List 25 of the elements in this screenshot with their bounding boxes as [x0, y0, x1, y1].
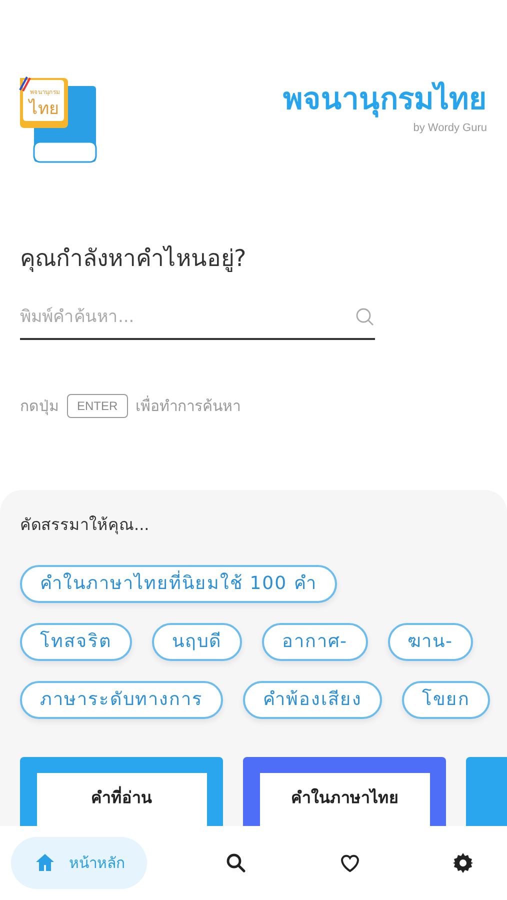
suggestion-chip[interactable]: ฆาน- [388, 623, 473, 661]
topic-card[interactable]: คำที่อ่าน [20, 757, 223, 826]
suggestion-chip[interactable]: โขยก [402, 681, 490, 719]
hint-text: เพื่อทำการค้นหา [136, 394, 241, 417]
topic-card[interactable]: คำในภาษาไทย [243, 757, 446, 826]
suggestion-chip[interactable]: ภาษาระดับทางการ [20, 681, 223, 719]
app-title: พจนานุกรมไทย [283, 80, 487, 120]
suggestion-chip[interactable]: คำพ้องเสียง [243, 681, 382, 719]
home-tab[interactable]: หน้าหลัก [11, 837, 147, 889]
suggestion-chip[interactable]: อากาศ- [262, 623, 368, 661]
search-field[interactable]: พิมพ์คำค้นหา... [20, 307, 355, 327]
search-question: คุณกำลังหาคำไหนอยู่? [20, 244, 246, 274]
suggestion-chip[interactable]: นฤบดี [152, 623, 242, 661]
card-title: คำที่อ่าน [91, 785, 152, 809]
card-title: คำในภาษาไทย [291, 787, 398, 809]
hint-text: กดปุ่ม [20, 396, 59, 418]
settings-icon [450, 851, 475, 875]
suggestion-chip[interactable]: คำในภาษาไทยที่นิยมใช้ 100 คำ [20, 565, 337, 603]
search-icon [355, 307, 375, 327]
enter-key: ENTER [67, 394, 128, 418]
suggestion-chip[interactable]: โทสจริต [20, 623, 132, 661]
app-subtitle: by Wordy Guru [413, 122, 487, 134]
section-title: คัดสรรมาให้คุณ... [20, 514, 150, 536]
logo-text: ไทย [29, 99, 59, 119]
search-icon [224, 851, 248, 875]
